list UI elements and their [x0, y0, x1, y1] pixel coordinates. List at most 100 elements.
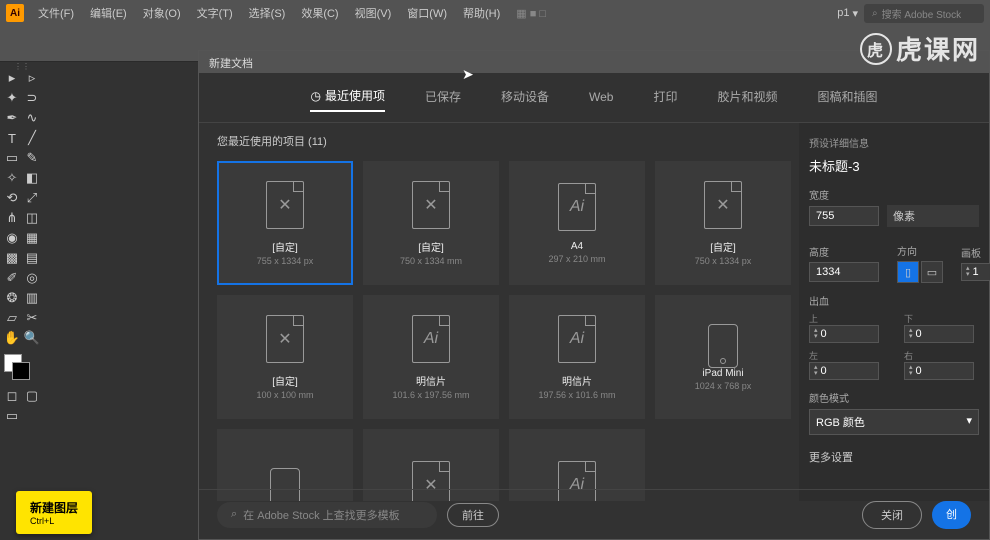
width-tool[interactable]: ⋔ — [2, 208, 22, 228]
screen-mode[interactable]: ▢ — [22, 386, 42, 406]
orient-landscape[interactable]: ▭ — [921, 261, 943, 283]
more-settings[interactable]: 更多设置 — [809, 449, 979, 465]
line-tool[interactable]: ╱ — [22, 128, 42, 148]
eyedropper-tool[interactable]: ✐ — [2, 268, 22, 288]
shape-builder-tool[interactable]: ◉ — [2, 228, 22, 248]
draw-mode[interactable]: ◻ — [2, 386, 22, 406]
tab-recent[interactable]: ◷最近使用项 — [310, 87, 385, 112]
tutorial-tooltip: 新建图层 Ctrl+L — [16, 491, 92, 534]
menu-help[interactable]: 帮助(H) — [457, 3, 506, 23]
menu-select[interactable]: 选择(S) — [243, 3, 292, 23]
brush-tool[interactable]: ✎ — [22, 148, 42, 168]
color-mode-select[interactable]: RGB 颜色▾ — [809, 409, 979, 435]
tab-saved[interactable]: 已保存 — [425, 88, 461, 111]
clock-icon: ◷ — [310, 89, 320, 103]
gradient-tool[interactable]: ▤ — [22, 248, 42, 268]
rotate-tool[interactable]: ⟲ — [2, 188, 22, 208]
preset-7[interactable]: iPad Mini 1024 x 768 px — [655, 295, 791, 419]
preset-5[interactable]: Ai明信片101.6 x 197.56 mm — [363, 295, 499, 419]
menu-effect[interactable]: 效果(C) — [295, 3, 344, 23]
menu-extra-icons: ▦ ■ □ — [516, 7, 546, 20]
preset-0[interactable]: ✕[自定]755 x 1334 px — [217, 161, 353, 285]
workspace-dropdown[interactable]: p1 ▾ — [837, 7, 858, 20]
preset-1[interactable]: ✕[自定]750 x 1334 mm — [363, 161, 499, 285]
stock-template-search[interactable]: ⌕ 在 Adobe Stock 上查找更多模板 — [217, 502, 437, 528]
eraser-tool[interactable]: ◧ — [22, 168, 42, 188]
color-swatches[interactable] — [2, 352, 30, 380]
bleed-top-label: 上 — [809, 312, 884, 325]
bleed-bottom[interactable]: ▴▾0 — [904, 325, 974, 343]
tab-film[interactable]: 胶片和视频 — [717, 88, 777, 111]
perspective-tool[interactable]: ▦ — [22, 228, 42, 248]
menu-window[interactable]: 窗口(W) — [401, 3, 453, 23]
orient-portrait[interactable]: ▯ — [897, 261, 919, 283]
shaper-tool[interactable]: ✧ — [2, 168, 22, 188]
type-tool[interactable]: T — [2, 128, 22, 148]
tab-mobile[interactable]: 移动设备 — [501, 88, 549, 111]
preset-name: [自定] — [272, 373, 298, 388]
dialog-footer: ⌕ 在 Adobe Stock 上查找更多模板 前往 关闭 创 — [199, 489, 989, 539]
tab-web[interactable]: Web — [589, 90, 613, 110]
dialog-tabs: ◷最近使用项 已保存 移动设备 Web 打印 胶片和视频 图稿和插图 — [199, 73, 989, 123]
bleed-right-label: 右 — [904, 349, 979, 362]
artboard-tool[interactable]: ▱ — [2, 308, 22, 328]
menu-type[interactable]: 文字(T) — [191, 3, 239, 23]
color-mode-label: 颜色模式 — [809, 390, 979, 405]
zoom-tool[interactable]: 🔍 — [22, 328, 42, 348]
lasso-tool[interactable]: ⊃ — [22, 88, 42, 108]
slice-tool[interactable]: ✂ — [22, 308, 42, 328]
change-screen[interactable]: ▭ — [2, 406, 22, 426]
unit-select[interactable]: 像素 — [887, 205, 979, 227]
menu-object[interactable]: 对象(O) — [137, 3, 187, 23]
mesh-tool[interactable]: ▩ — [2, 248, 22, 268]
create-button[interactable]: 创 — [932, 501, 971, 529]
preset-dims: 297 x 210 mm — [548, 254, 605, 264]
blend-tool[interactable]: ◎ — [22, 268, 42, 288]
rectangle-tool[interactable]: ▭ — [2, 148, 22, 168]
stroke-color[interactable] — [12, 362, 30, 380]
preset-4[interactable]: ✕[自定]100 x 100 mm — [217, 295, 353, 419]
bleed-right[interactable]: ▴▾0 — [904, 362, 974, 380]
direct-selection-tool[interactable]: ▹ — [22, 68, 42, 88]
preset-dims: 100 x 100 mm — [256, 390, 313, 400]
height-input[interactable] — [809, 262, 879, 282]
hand-tool[interactable]: ✋ — [2, 328, 22, 348]
preset-3[interactable]: ✕[自定]750 x 1334 px — [655, 161, 791, 285]
bleed-left-label: 左 — [809, 349, 884, 362]
bleed-label: 出血 — [809, 293, 979, 308]
new-document-dialog: 新建文档 ◷最近使用项 已保存 移动设备 Web 打印 胶片和视频 图稿和插图 … — [198, 50, 990, 540]
bleed-left[interactable]: ▴▾0 — [809, 362, 879, 380]
symbol-tool[interactable]: ❂ — [2, 288, 22, 308]
tab-art[interactable]: 图稿和插图 — [818, 88, 878, 111]
menu-view[interactable]: 视图(V) — [349, 3, 398, 23]
menu-file[interactable]: 文件(F) — [32, 3, 80, 23]
preset-name: [自定] — [418, 239, 444, 254]
preset-2[interactable]: AiA4297 x 210 mm — [509, 161, 645, 285]
pen-tool[interactable]: ✒ — [2, 108, 22, 128]
watermark: 虎 虎课网 — [860, 30, 980, 67]
preset-dims: 750 x 1334 mm — [400, 256, 462, 266]
curvature-tool[interactable]: ∿ — [22, 108, 42, 128]
close-button[interactable]: 关闭 — [862, 501, 922, 529]
preset-name: iPad Mini — [702, 368, 743, 379]
artboards-input[interactable]: ▴▾1 — [961, 263, 990, 281]
preset-dims: 1024 x 768 px — [695, 381, 752, 391]
artboards-label: 画板 — [961, 245, 990, 260]
magic-wand-tool[interactable]: ✦ — [2, 88, 22, 108]
adobe-stock-search[interactable]: ⌕ 搜索 Adobe Stock — [864, 4, 984, 23]
free-transform-tool[interactable]: ◫ — [22, 208, 42, 228]
selection-tool[interactable]: ▸ — [2, 68, 22, 88]
menu-edit[interactable]: 编辑(E) — [84, 3, 133, 23]
width-label: 宽度 — [809, 187, 979, 202]
preset-6[interactable]: Ai明信片197.56 x 101.6 mm — [509, 295, 645, 419]
tab-print[interactable]: 打印 — [653, 88, 677, 111]
scale-tool[interactable]: ⤢ — [22, 188, 42, 208]
stock-go-button[interactable]: 前往 — [447, 503, 499, 527]
search-icon: ⌕ — [872, 8, 878, 19]
document-name[interactable]: 未标题-3 — [809, 156, 979, 175]
graph-tool[interactable]: ▥ — [22, 288, 42, 308]
tool-panel: ⋮⋮ ▸▹ ✦⊃ ✒∿ T╱ ▭✎ ✧◧ ⟲⤢ ⋔◫ ◉▦ ▩▤ ✐◎ ❂▥ ▱… — [2, 68, 42, 426]
app-icon: Ai — [6, 4, 24, 22]
bleed-top[interactable]: ▴▾0 — [809, 325, 879, 343]
width-input[interactable] — [809, 206, 879, 226]
